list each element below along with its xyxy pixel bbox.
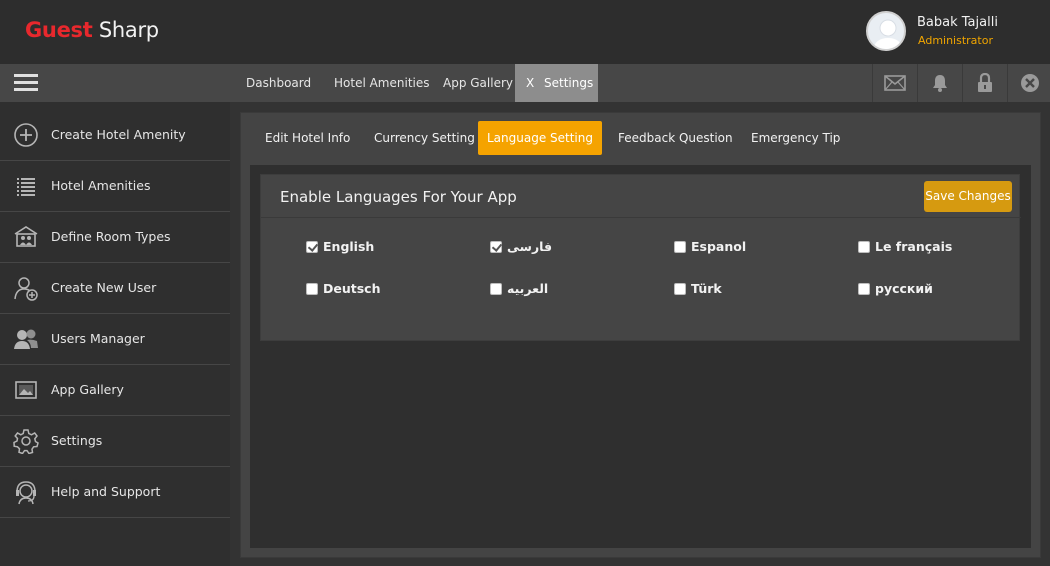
languages-panel: Enable Languages For Your App Save Chang…: [260, 174, 1021, 341]
tab-edit-hotel-info[interactable]: Edit Hotel Info: [265, 121, 350, 155]
sidebar-item-create-hotel-amenity[interactable]: Create Hotel Amenity: [0, 110, 230, 161]
list-icon: [13, 173, 39, 199]
logo-sharp: Sharp: [98, 18, 159, 42]
app-logo[interactable]: Guest Sharp: [25, 18, 159, 42]
sidebar-item-app-gallery[interactable]: App Gallery: [0, 365, 230, 416]
language-option-french[interactable]: Le français: [858, 239, 952, 254]
language-label: English: [323, 239, 375, 254]
top-navbar: Dashboard Hotel Amenities App Gallery X …: [0, 64, 1050, 102]
language-label: Deutsch: [323, 281, 381, 296]
close-tab-icon[interactable]: X: [526, 64, 534, 102]
checkbox[interactable]: [306, 282, 318, 295]
nav-settings-label: Settings: [544, 76, 594, 90]
sidebar-item-settings[interactable]: Settings: [0, 416, 230, 467]
language-option-english[interactable]: English: [306, 239, 374, 254]
language-label: русский: [875, 281, 933, 296]
checkbox[interactable]: [490, 240, 502, 253]
sidebar-item-label: Define Room Types: [51, 229, 171, 244]
panel-title: Enable Languages For Your App: [280, 188, 517, 206]
language-label: Le français: [875, 239, 953, 254]
gallery-icon: [13, 377, 39, 403]
sidebar-item-users-manager[interactable]: Users Manager: [0, 314, 230, 365]
sidebar-item-label: Settings: [51, 433, 103, 448]
language-label: Espanol: [691, 239, 747, 254]
main-content: Edit Hotel Info Currency Setting Languag…: [240, 112, 1041, 558]
checkbox[interactable]: [306, 240, 318, 253]
save-changes-button[interactable]: Save Changes: [924, 181, 1012, 212]
gear-icon: [13, 428, 39, 455]
panel-header: Enable Languages For Your App Save Chang…: [261, 175, 1021, 218]
add-user-icon: [13, 275, 39, 301]
checkbox[interactable]: [674, 240, 686, 253]
sidebar-item-help-and-support[interactable]: Help and Support: [0, 467, 230, 518]
language-label: العربیه: [507, 281, 549, 296]
bell-icon[interactable]: [917, 64, 962, 102]
tab-content-area: Enable Languages For Your App Save Chang…: [250, 165, 1031, 548]
language-option-espanol[interactable]: Espanol: [674, 239, 746, 254]
users-icon: [13, 326, 39, 352]
plus-circle-icon: [13, 122, 39, 148]
user-role: Administrator: [918, 34, 993, 47]
checkbox[interactable]: [858, 282, 870, 295]
checkbox[interactable]: [858, 240, 870, 253]
mail-icon[interactable]: [872, 64, 917, 102]
language-option-russian[interactable]: русский: [858, 281, 933, 296]
sidebar-item-define-room-types[interactable]: Define Room Types: [0, 212, 230, 263]
user-silhouette-icon: [872, 19, 904, 49]
language-option-arabic[interactable]: العربیه: [490, 281, 548, 296]
top-header: Guest Sharp Babak Tajalli Administrator: [0, 0, 1050, 64]
tab-emergency-tip[interactable]: Emergency Tip: [751, 121, 840, 155]
lock-icon[interactable]: [962, 64, 1007, 102]
nav-dashboard[interactable]: Dashboard: [246, 64, 311, 102]
sidebar-item-label: Help and Support: [51, 484, 161, 499]
language-option-turk[interactable]: Türk: [674, 281, 722, 296]
sidebar: Create Hotel Amenity Hotel Amenities Def…: [0, 102, 230, 566]
user-name: Babak Tajalli: [917, 15, 998, 30]
language-option-farsi[interactable]: فارسی: [490, 239, 552, 254]
tab-currency-setting[interactable]: Currency Setting: [374, 121, 475, 155]
sidebar-item-create-new-user[interactable]: Create New User: [0, 263, 230, 314]
sidebar-item-label: Hotel Amenities: [51, 178, 151, 193]
room-types-icon: [13, 224, 39, 250]
nav-settings-active[interactable]: X Settings: [515, 64, 598, 102]
sidebar-item-label: App Gallery: [51, 382, 124, 397]
nav-app-gallery[interactable]: App Gallery: [443, 64, 513, 102]
sidebar-item-label: Create New User: [51, 280, 157, 295]
avatar[interactable]: [866, 11, 906, 51]
sidebar-item-hotel-amenities[interactable]: Hotel Amenities: [0, 161, 230, 212]
tab-language-setting[interactable]: Language Setting: [478, 121, 602, 155]
nav-hotel-amenities[interactable]: Hotel Amenities: [334, 64, 430, 102]
headset-icon: [13, 479, 39, 505]
hamburger-menu-icon[interactable]: [14, 74, 38, 92]
checkbox[interactable]: [674, 282, 686, 295]
logo-guest: Guest: [25, 18, 93, 42]
language-option-deutsch[interactable]: Deutsch: [306, 281, 380, 296]
language-label: Türk: [691, 281, 722, 296]
tab-feedback-question[interactable]: Feedback Question: [618, 121, 733, 155]
sidebar-item-label: Create Hotel Amenity: [51, 127, 186, 142]
language-label: فارسی: [507, 239, 553, 254]
close-circle-icon[interactable]: [1007, 64, 1050, 102]
checkbox[interactable]: [490, 282, 502, 295]
sidebar-item-label: Users Manager: [51, 331, 145, 346]
